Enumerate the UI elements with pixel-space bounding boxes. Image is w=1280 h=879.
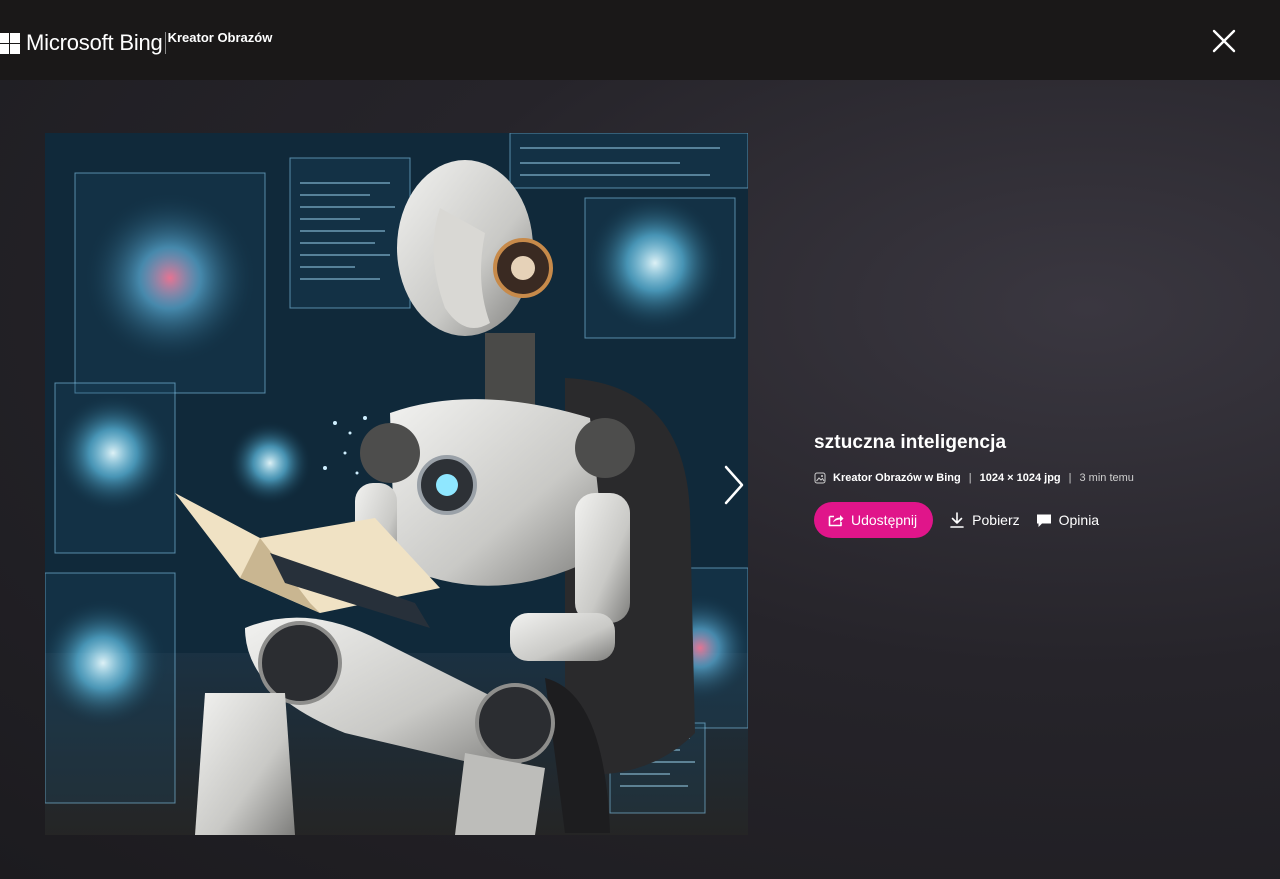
feedback-label: Opinia (1058, 512, 1100, 528)
image-source: Kreator Obrazów w Bing (833, 472, 961, 484)
image-time: 3 min temu (1079, 472, 1134, 484)
feedback-button[interactable]: Opinia (1036, 512, 1099, 528)
robot-reading-illustration (45, 133, 748, 835)
next-image-button[interactable] (718, 461, 748, 509)
download-label: Pobierz (972, 512, 1020, 528)
feedback-icon (1036, 514, 1051, 527)
download-icon (950, 512, 964, 528)
share-button[interactable]: Udostępnij (814, 502, 934, 538)
meta-separator: | (968, 472, 972, 484)
share-label: Udostępnij (851, 512, 918, 528)
brand[interactable]: Microsoft Bing Kreator Obrazów (0, 29, 273, 55)
close-button[interactable] (1209, 26, 1239, 56)
share-icon (828, 515, 844, 527)
image-actions: Udostępnij Pobierz Opinia (814, 502, 1099, 538)
image-meta: Kreator Obrazów w Bing | 1024 × 1024 jpg… (814, 472, 1134, 484)
meta-separator: | (1068, 472, 1072, 484)
image-details: sztuczna inteligencja Kreator Obrazów w … (814, 432, 1134, 538)
generated-image[interactable] (45, 133, 748, 835)
header-bar: Microsoft Bing Kreator Obrazów (0, 0, 1280, 80)
image-title: sztuczna inteligencja (814, 432, 1007, 453)
brand-divider (164, 32, 166, 54)
product-name: Kreator Obrazów (167, 29, 273, 45)
download-button[interactable]: Pobierz (949, 511, 1020, 529)
close-icon (1212, 29, 1236, 53)
image-dimensions: 1024 × 1024 jpg (979, 472, 1061, 484)
image-creator-icon (814, 472, 826, 484)
brand-name: Microsoft Bing (26, 30, 163, 55)
microsoft-logo-icon (0, 32, 20, 54)
chevron-right-icon (724, 465, 744, 505)
